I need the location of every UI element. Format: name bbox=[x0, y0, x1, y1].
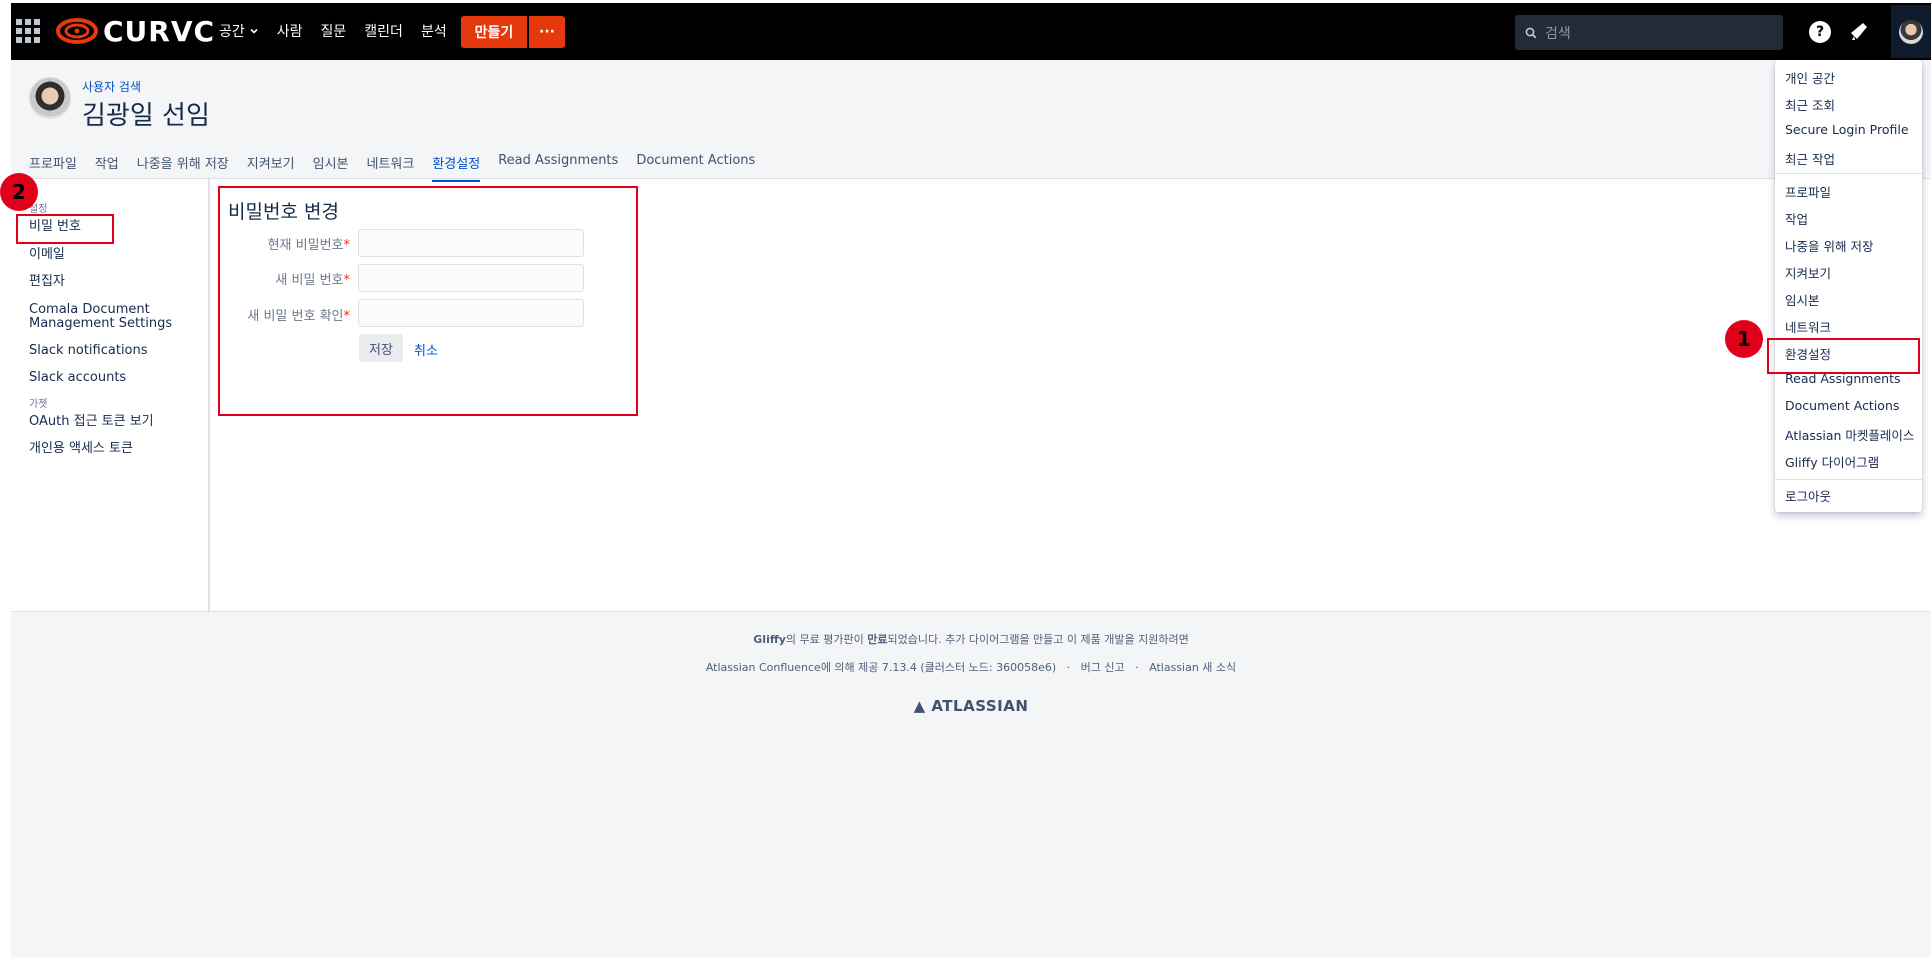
megaphone-icon[interactable] bbox=[1847, 19, 1871, 43]
sidebar-item-slack-notifications[interactable]: Slack notifications bbox=[29, 344, 148, 358]
menu-item-tasks[interactable]: 작업 bbox=[1785, 209, 1808, 228]
nav-calendar[interactable]: 캘린더 bbox=[364, 21, 403, 41]
menu-separator bbox=[1775, 479, 1922, 480]
gliffy-notice-1: 의 무료 평가판이 bbox=[785, 633, 868, 646]
bug-report-link[interactable]: 버그 신고 bbox=[1081, 661, 1125, 674]
nav-questions-label: 질문 bbox=[320, 24, 347, 40]
sidebar-item-slack-accounts[interactable]: Slack accounts bbox=[29, 371, 126, 385]
menu-item-profile[interactable]: 프로파일 bbox=[1785, 182, 1831, 201]
breadcrumb-user-search[interactable]: 사용자 검색 bbox=[82, 78, 141, 95]
footer-separator: · bbox=[1066, 661, 1071, 674]
gliffy-brand: Gliffy bbox=[753, 633, 786, 646]
step-badge-1: 1 bbox=[1725, 320, 1763, 358]
sidebar-item-oauth-tokens[interactable]: OAuth 접근 토큰 보기 bbox=[29, 415, 154, 429]
menu-separator bbox=[1775, 173, 1922, 174]
gliffy-trial-notice: Gliffy의 무료 평가판이 만료되었습니다. 추가 다이어그램을 만들고 이… bbox=[11, 631, 1931, 647]
nav-calendar-label: 캘린더 bbox=[364, 24, 403, 40]
profile-header: 사용자 검색 김광일 선임 프로파일 작업 나중을 위해 저장 지켜보기 임시본… bbox=[11, 60, 1931, 182]
gliffy-notice-2: 되었습니다. 추가 다이어그램을 만들고 이 제품 개발을 지원하려면 bbox=[887, 633, 1189, 646]
app-switcher-icon[interactable] bbox=[16, 19, 40, 43]
search-icon bbox=[1525, 27, 1537, 38]
highlight-box-menu-settings bbox=[1767, 338, 1920, 374]
step-badge-2: 2 bbox=[0, 173, 38, 211]
nav-people[interactable]: 사람 bbox=[277, 21, 303, 41]
user-avatar-small bbox=[1899, 19, 1923, 44]
menu-item-saved-for-later[interactable]: 나중을 위해 저장 bbox=[1785, 236, 1873, 255]
menu-item-personal-space[interactable]: 개인 공간 bbox=[1785, 68, 1835, 87]
highlight-box-password-form bbox=[218, 186, 638, 416]
sidebar-item-email[interactable]: 이메일 bbox=[29, 248, 65, 262]
curvc-swirl-icon bbox=[56, 18, 98, 44]
create-button[interactable]: 만들기 bbox=[461, 16, 527, 48]
highlight-box-sidebar-password bbox=[16, 214, 114, 244]
nav-people-label: 사람 bbox=[276, 24, 303, 40]
user-menu-button[interactable] bbox=[1891, 5, 1931, 58]
sidebar-item-personal-access-tokens[interactable]: 개인용 액세스 토큰 bbox=[29, 442, 133, 456]
page-title: 김광일 선임 bbox=[82, 101, 210, 131]
nav-questions[interactable]: 질문 bbox=[321, 21, 347, 41]
menu-item-drafts[interactable]: 임시본 bbox=[1785, 290, 1820, 309]
menu-item-atlassian-marketplace[interactable]: Atlassian 마켓플레이스 bbox=[1785, 425, 1914, 444]
atlassian-logo[interactable]: ▲ ATLASSIAN bbox=[11, 697, 1931, 715]
atlassian-logo-text: ATLASSIAN bbox=[931, 697, 1029, 715]
create-more-button[interactable]: ··· bbox=[529, 16, 565, 48]
menu-item-document-actions[interactable]: Document Actions bbox=[1785, 398, 1899, 413]
sidebar-item-comala-settings[interactable]: Comala Document Management Settings bbox=[29, 303, 179, 331]
footer-separator: · bbox=[1135, 661, 1139, 674]
search-placeholder: 검색 bbox=[1545, 25, 1571, 42]
atlassian-news-link[interactable]: Atlassian 새 소식 bbox=[1149, 661, 1236, 674]
nav-analytics[interactable]: 분석 bbox=[421, 21, 447, 41]
menu-item-logout[interactable]: 로그아웃 bbox=[1785, 486, 1831, 505]
chevron-down-icon bbox=[250, 28, 258, 34]
menu-item-secure-login-profile[interactable]: Secure Login Profile bbox=[1785, 122, 1909, 137]
menu-item-network[interactable]: 네트워크 bbox=[1785, 317, 1831, 336]
page-footer: Gliffy의 무료 평가판이 만료되었습니다. 추가 다이어그램을 만들고 이… bbox=[11, 611, 1931, 957]
sidebar-item-editor[interactable]: 편집자 bbox=[29, 275, 65, 289]
primary-nav-links: 공간 사람 질문 캘린더 분석 bbox=[219, 21, 447, 41]
powered-by-text: Atlassian Confluence에 의해 제공 7.13.4 (클러스터… bbox=[705, 661, 1057, 674]
nav-spaces-label: 공간 bbox=[219, 24, 245, 40]
nav-analytics-label: 분석 bbox=[420, 24, 447, 40]
tabs-divider bbox=[11, 178, 1931, 179]
atlassian-triangle-icon: ▲ bbox=[913, 697, 932, 715]
top-navigation-bar: CURVC 공간 사람 질문 캘린더 분석 만들기 ··· 검색 ? bbox=[11, 3, 1931, 60]
logo-text: CURVC bbox=[103, 14, 216, 48]
avatar bbox=[29, 77, 71, 119]
nav-spaces[interactable]: 공간 bbox=[219, 21, 259, 41]
gliffy-expired: 만료 bbox=[867, 633, 888, 646]
user-dropdown-menu: 개인 공간 최근 조회 Secure Login Profile 최근 작업 프… bbox=[1775, 60, 1922, 512]
menu-item-watching[interactable]: 지켜보기 bbox=[1785, 263, 1831, 282]
help-icon[interactable]: ? bbox=[1809, 21, 1831, 43]
menu-item-recently-viewed[interactable]: 최근 조회 bbox=[1785, 95, 1835, 114]
search-input[interactable]: 검색 bbox=[1515, 15, 1783, 50]
curvc-logo[interactable]: CURVC bbox=[55, 14, 216, 48]
sidebar-heading-gadgets: 가젯 bbox=[29, 399, 48, 410]
app-window: CURVC 공간 사람 질문 캘린더 분석 만들기 ··· 검색 ? 사용자 검… bbox=[0, 0, 1931, 957]
menu-item-recent-work[interactable]: 최근 작업 bbox=[1785, 149, 1835, 168]
footer-links: Atlassian Confluence에 의해 제공 7.13.4 (클러스터… bbox=[11, 659, 1931, 675]
menu-item-gliffy-diagrams[interactable]: Gliffy 다이어그램 bbox=[1785, 452, 1879, 471]
